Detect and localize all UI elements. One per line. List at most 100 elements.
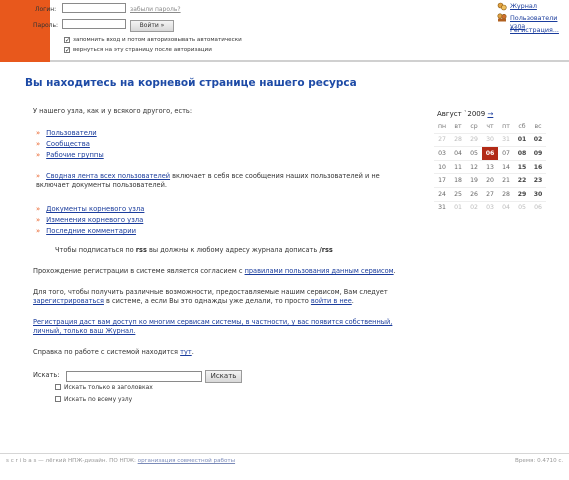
help-paragraph: Справка по работе с системой находится т… [33, 348, 194, 357]
footer-link[interactable]: организация совместной работы [138, 458, 235, 464]
calendar-day[interactable]: 28 [498, 186, 514, 202]
search-button[interactable]: Искать [205, 370, 242, 383]
whole-node-checkbox[interactable] [55, 396, 61, 402]
calendar-day[interactable]: 16 [530, 159, 546, 174]
feed-paragraph: » Сводная лента всех пользователей включа… [36, 172, 411, 190]
calendar-grid: пн вт ср чт пт сб вс 27 28 29 30 31 01 02 03 04 05 06 07 08… [434, 120, 546, 215]
register-link[interactable]: зарегистрироваться [33, 297, 104, 305]
calendar-day[interactable]: 13 [482, 159, 498, 174]
rss-suffix: /rss [319, 246, 333, 254]
promo-link[interactable]: Регистрация даст вам доступ ко многим се… [33, 318, 392, 335]
list-item: » Сообщества [36, 139, 104, 150]
calendar-day[interactable]: 10 [434, 159, 450, 174]
calendar-day[interactable]: 31 [434, 200, 450, 215]
login-button[interactable]: Войти » [130, 20, 174, 32]
return-checkbox[interactable] [64, 47, 70, 53]
calendar-day: 27 [434, 132, 450, 147]
calendar-day[interactable]: 21 [498, 173, 514, 188]
register-text: . [351, 297, 354, 305]
calendar-day: 06 [530, 200, 546, 215]
calendar-day[interactable]: 14 [498, 159, 514, 174]
recent-comments-link[interactable]: Последние комментарии [46, 227, 136, 235]
calendar-day[interactable]: 26 [466, 186, 482, 202]
calendar-weekday: ср [470, 122, 478, 130]
titles-only-checkbox[interactable] [55, 384, 61, 390]
calendar-day[interactable]: 06 [482, 146, 498, 161]
users-link[interactable]: Пользователи [46, 129, 96, 137]
calendar-day[interactable]: 29 [514, 186, 530, 202]
footer-text: — лёгкий НПЖ-дизайн. ПО НПЖ: [36, 458, 138, 464]
calendar-day[interactable]: 03 [434, 146, 450, 161]
header-divider [50, 60, 569, 62]
whole-node-label: Искать по всему узлу [64, 396, 133, 403]
bullet-arrow-icon: » [36, 129, 41, 137]
calendar-weekday-row: пн вт ср чт пт сб вс [434, 120, 546, 133]
calendar-week-row: 27 28 29 30 31 01 02 [434, 132, 546, 147]
footer-divider [0, 453, 569, 454]
registration-link[interactable]: Регистрация... [510, 26, 559, 34]
calendar-day[interactable]: 11 [450, 159, 466, 174]
rss-text: вы должны к любому адресу журнала дописа… [146, 246, 320, 254]
search-input[interactable] [66, 371, 202, 382]
secondary-links-list: » Документы корневого узла » Изменения кор… [36, 204, 144, 237]
terms-text: . [393, 267, 396, 275]
terms-link[interactable]: правилами пользования данным сервисом [245, 267, 394, 275]
root-documents-link[interactable]: Документы корневого узла [46, 205, 144, 213]
journal-icon [497, 2, 507, 11]
root-changes-link[interactable]: Изменения корневого узла [46, 216, 143, 224]
help-link[interactable]: тут [180, 348, 192, 356]
communities-link[interactable]: Сообщества [46, 140, 90, 148]
promo-paragraph: Регистрация даст вам доступ ко многим се… [33, 318, 418, 336]
calendar-day[interactable]: 07 [498, 146, 514, 161]
intro-text: У нашего узла, как и у всякого другого, … [33, 107, 193, 115]
help-text: Справка по работе с системой находится [33, 348, 181, 356]
remember-checkbox[interactable] [64, 37, 70, 43]
footer-brand: s c r i b a s [6, 458, 37, 464]
password-label: Пароль: [33, 22, 59, 29]
rss-text: Чтобы подписаться по [55, 246, 136, 254]
calendar-day[interactable]: 08 [514, 146, 530, 161]
titles-only-label: Искать только в заголовках [64, 384, 153, 391]
next-month-arrow-icon[interactable]: → [487, 110, 493, 118]
calendar-day[interactable]: 24 [434, 186, 450, 202]
bullet-arrow-icon: » [36, 140, 41, 148]
rss-keyword: rss [135, 246, 147, 254]
calendar-day[interactable]: 01 [514, 132, 530, 147]
calendar-day[interactable]: 02 [530, 132, 546, 147]
calendar-week-row: 17 18 19 20 21 22 23 [434, 173, 546, 188]
calendar-day[interactable]: 09 [530, 146, 546, 161]
calendar-weekday: чт [486, 122, 494, 130]
bullet-arrow-icon: » [36, 227, 41, 235]
calendar-day[interactable]: 30 [530, 186, 546, 202]
calendar-day[interactable]: 15 [514, 159, 530, 174]
login-input[interactable] [62, 3, 126, 13]
calendar-day[interactable]: 18 [450, 173, 466, 188]
calendar-day[interactable]: 22 [514, 173, 530, 188]
feed-link[interactable]: Сводная лента всех пользователей [46, 172, 170, 180]
calendar-month: Август `2009 [437, 110, 486, 118]
return-label: вернуться на эту страницу после авториза… [73, 47, 212, 53]
journal-link[interactable]: Журнал [510, 2, 537, 10]
register-text: в системе, а если Вы это однажды уже дел… [103, 297, 311, 305]
calendar-day[interactable]: 25 [450, 186, 466, 202]
calendar-day: 01 [450, 200, 466, 215]
login-in-link[interactable]: войти в нее [311, 297, 352, 305]
calendar-day[interactable]: 17 [434, 173, 450, 188]
calendar-weekday: вт [454, 122, 462, 130]
calendar-title: Август `2009 → [437, 110, 493, 118]
calendar-day[interactable]: 04 [450, 146, 466, 161]
calendar-day[interactable]: 12 [466, 159, 482, 174]
calendar-day[interactable]: 19 [466, 173, 482, 188]
forgot-password-link[interactable]: забыли пароль? [130, 6, 181, 13]
calendar-day[interactable]: 20 [482, 173, 498, 188]
calendar-day[interactable]: 27 [482, 186, 498, 202]
list-item: » Пользователи [36, 128, 104, 139]
password-input[interactable] [62, 19, 126, 29]
calendar-weekday: вс [534, 122, 542, 130]
users-icon [497, 13, 507, 22]
calendar-day[interactable]: 23 [530, 173, 546, 188]
workgroups-link[interactable]: Рабочие группы [46, 151, 104, 159]
bullet-arrow-icon: » [36, 151, 41, 159]
calendar-day: 29 [466, 132, 482, 147]
calendar-day[interactable]: 05 [466, 146, 482, 161]
